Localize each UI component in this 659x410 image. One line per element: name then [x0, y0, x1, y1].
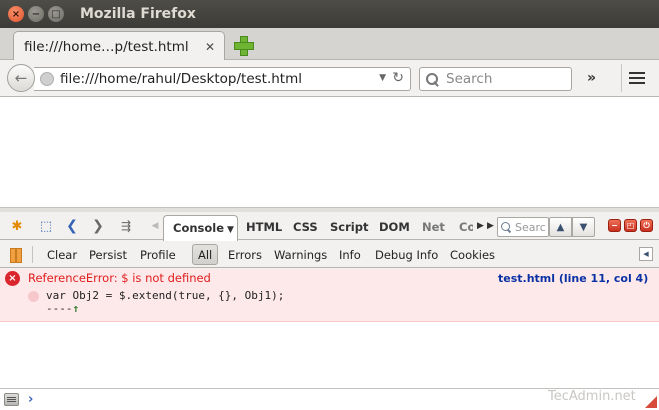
firebug-toolbar: ✱ ⬚ ❮ ❯ ⇶ ◀ Console ▼ HTML CSS Script DOM… — [0, 212, 659, 241]
search-icon — [426, 72, 439, 86]
tab-net[interactable]: Net — [422, 220, 445, 234]
search-next-icon[interactable]: ▼ — [572, 217, 595, 237]
site-identity-globe-icon[interactable] — [40, 72, 54, 86]
search-input[interactable]: Search — [419, 67, 572, 91]
error-icon: × — [5, 271, 20, 286]
firebug-back-icon[interactable]: ❮ — [65, 217, 79, 235]
filter-debug-info-button[interactable]: Debug Info — [375, 248, 438, 262]
error-caret-arrow-icon: ↑ — [72, 302, 80, 315]
console-filter-toolbar: Clear Persist Profile All Errors Warning… — [0, 241, 659, 268]
search-previous-icon[interactable]: ▲ — [549, 217, 572, 237]
firebug-search-placeholder: Searc — [515, 220, 546, 234]
error-source-link[interactable]: test.html (line 11, col 4) — [498, 272, 648, 285]
console-error-row[interactable]: × ReferenceError: $ is not defined test.… — [0, 269, 659, 322]
error-position-marker: ----↑ — [46, 302, 79, 315]
firebug-detach-icon[interactable]: ◰ — [624, 219, 637, 232]
url-text[interactable]: file:///home/rahul/Desktop/test.html — [60, 71, 302, 87]
profile-button[interactable]: Profile — [140, 248, 176, 262]
window-title: Mozilla Firefox — [80, 6, 196, 22]
page-content-area[interactable] — [0, 97, 659, 207]
browser-tab-label: file:///home…p/test.html — [24, 38, 189, 55]
tab-script[interactable]: Script — [330, 220, 368, 234]
clear-button[interactable]: Clear — [47, 248, 77, 262]
navigation-toolbar: file:///home/rahul/Desktop/test.html ▼ ↻… — [0, 60, 659, 97]
tab-dom[interactable]: DOM — [379, 220, 410, 234]
filter-errors-button[interactable]: Errors — [228, 248, 262, 262]
tab-html[interactable]: HTML — [246, 220, 282, 234]
filter-warnings-button[interactable]: Warnings — [274, 248, 327, 262]
filter-cookies-button[interactable]: Cookies — [450, 248, 495, 262]
side-panel-toggle-icon[interactable]: ◀ — [639, 247, 653, 261]
toolbar-overflow-chevron-icon[interactable]: » — [587, 70, 596, 86]
persist-pause-icon[interactable] — [10, 248, 22, 263]
toolbar-divider — [32, 246, 33, 263]
window-minimize-button[interactable]: − — [28, 6, 44, 22]
filter-info-button[interactable]: Info — [339, 248, 361, 262]
firebug-search-icon — [501, 221, 512, 233]
url-bar[interactable]: file:///home/rahul/Desktop/test.html ▼ ↻ — [34, 67, 411, 91]
error-message[interactable]: ReferenceError: $ is not defined — [28, 271, 211, 285]
tab-close-icon[interactable]: ✕ — [205, 40, 215, 54]
hamburger-menu-icon[interactable] — [621, 64, 651, 92]
command-prompt-icon: › — [28, 392, 34, 407]
tab-console-label: Console — [173, 221, 225, 235]
watermark: TecAdmin.net — [548, 389, 636, 404]
tab-scroll-right-icon[interactable]: ▶ — [477, 221, 484, 231]
firebug-minimize-icon[interactable]: − — [608, 219, 621, 232]
console-tab-menu-icon[interactable]: ▼ — [227, 225, 234, 235]
breakpoint-circle-icon[interactable] — [28, 291, 39, 302]
back-arrow-icon: ← — [14, 69, 28, 87]
error-source-code: var Obj2 = $.extend(true, {}, Obj1); — [46, 289, 285, 302]
persist-button[interactable]: Persist — [89, 248, 127, 262]
search-placeholder: Search — [446, 71, 493, 87]
reload-icon[interactable]: ↻ — [392, 70, 404, 86]
window-titlebar: × − □ Mozilla Firefox — [0, 0, 659, 28]
filter-all-button[interactable]: All — [192, 244, 219, 265]
error-caret-dashes: ---- — [46, 302, 73, 315]
tab-css[interactable]: CSS — [293, 220, 318, 234]
tab-console[interactable]: Console ▼ — [163, 215, 238, 241]
firebug-bug-icon[interactable]: ✱ — [8, 217, 26, 235]
inspect-element-icon[interactable]: ⬚ — [37, 217, 55, 235]
back-button[interactable]: ← — [7, 64, 35, 92]
tab-list-icon[interactable]: ▶ — [487, 221, 494, 231]
console-output: × ReferenceError: $ is not defined test.… — [0, 269, 659, 388]
window-close-button[interactable]: × — [8, 6, 24, 22]
firebug-search-input[interactable]: Searc — [497, 217, 549, 237]
tab-strip: file:///home…p/test.html ✕ — [0, 28, 659, 61]
resize-grip-icon[interactable] — [645, 396, 657, 408]
firebug-forward-icon[interactable]: ❯ — [91, 217, 105, 235]
browser-tab[interactable]: file:///home…p/test.html ✕ — [13, 31, 225, 61]
tab-cookies-truncated[interactable]: Co — [459, 220, 473, 234]
url-history-dropdown-icon[interactable]: ▼ — [379, 73, 386, 83]
window-maximize-button[interactable]: □ — [48, 6, 64, 22]
command-editor-icon[interactable]: ⇶ — [117, 217, 135, 235]
tab-scroll-left-icon[interactable]: ◀ — [150, 217, 160, 235]
command-line-toggle-icon[interactable] — [4, 393, 19, 406]
new-tab-plus-icon[interactable] — [234, 36, 254, 56]
firebug-close-icon[interactable]: ⏻ — [640, 219, 653, 232]
